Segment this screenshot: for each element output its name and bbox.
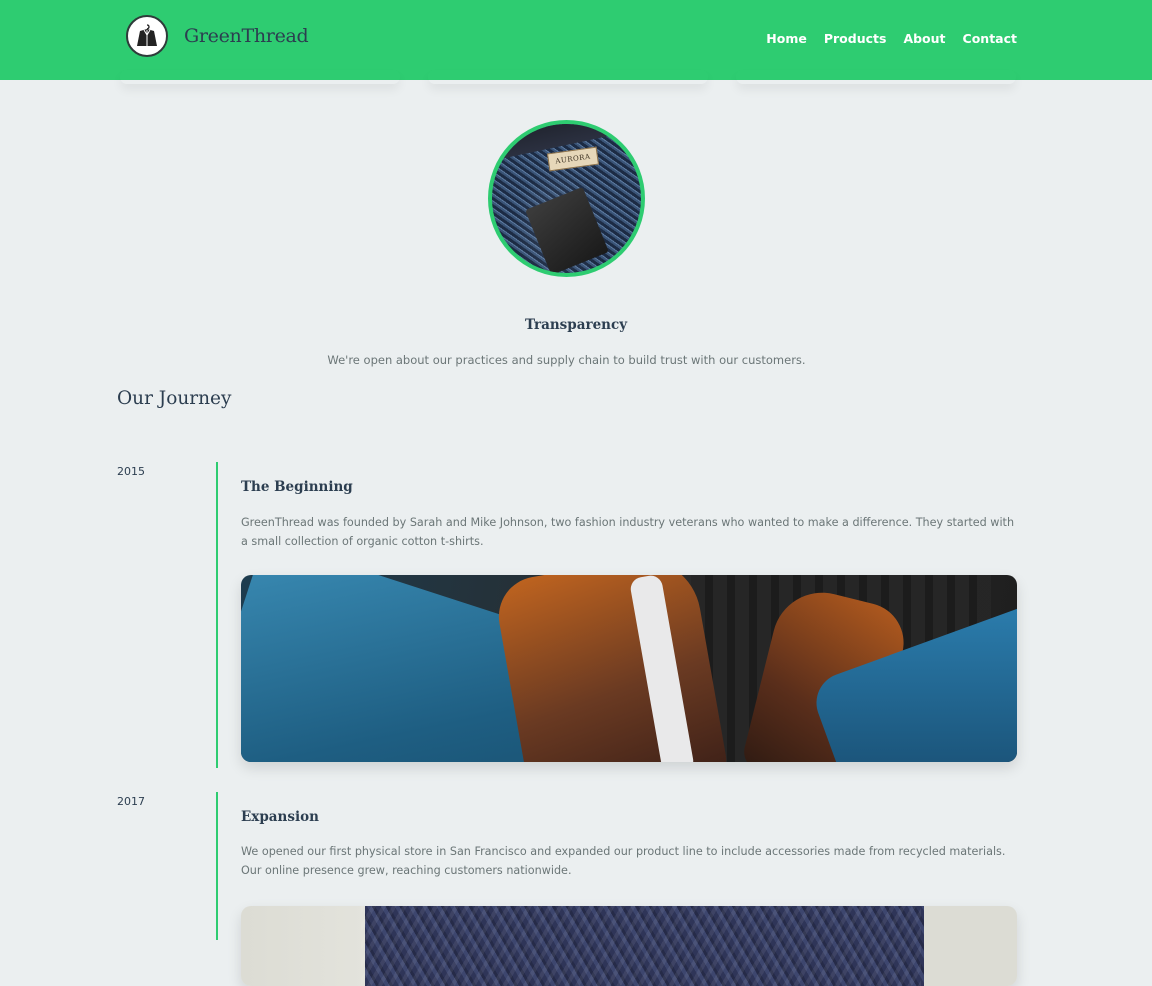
milestone-title: Expansion: [241, 809, 319, 825]
site-header: GreenThread Home Products About Contact: [0, 0, 1152, 80]
milestone-title: The Beginning: [241, 479, 353, 495]
timeline-line: [216, 462, 218, 768]
value-image-jeans: AURORA: [488, 120, 645, 277]
image-part: [361, 906, 921, 986]
value-description: We're open about our practices and suppl…: [327, 353, 806, 367]
card-shadow: [428, 70, 708, 84]
milestone-description: We opened our first physical store in Sa…: [241, 845, 1006, 877]
journey-heading: Our Journey: [117, 388, 232, 409]
brand-name: GreenThread: [184, 25, 309, 47]
jeans-patch: [525, 186, 609, 273]
milestone-year: 2017: [117, 795, 145, 808]
nav-products[interactable]: Products: [824, 31, 887, 46]
card-shadow: [736, 70, 1016, 84]
nav-contact[interactable]: Contact: [963, 31, 1017, 46]
milestone-image-sneakers: [241, 575, 1017, 762]
milestone-description: GreenThread was founded by Sarah and Mik…: [241, 516, 1015, 548]
nav-home[interactable]: Home: [766, 31, 807, 46]
image-part: [492, 575, 730, 762]
nav-about[interactable]: About: [903, 31, 945, 46]
timeline-line: [216, 792, 218, 940]
jeans-label-tag: AURORA: [546, 146, 600, 172]
home-logo-link[interactable]: GreenThread: [126, 15, 309, 57]
milestone-year: 2015: [117, 465, 145, 478]
milestone-image-knit: [241, 906, 1017, 986]
main-nav: Home Products About Contact: [749, 31, 1017, 46]
jacket-hanger-icon: [126, 15, 168, 57]
card-shadow: [120, 70, 400, 84]
value-title: Transparency: [524, 317, 628, 333]
